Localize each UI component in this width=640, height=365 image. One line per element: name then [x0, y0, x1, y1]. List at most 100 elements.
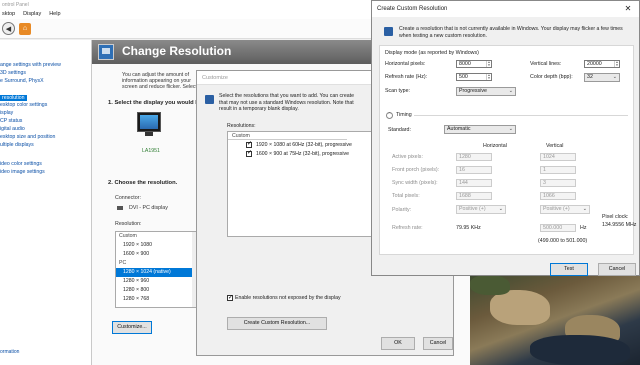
checkbox[interactable]: [246, 149, 252, 157]
desktop-wallpaper: [470, 275, 640, 365]
sidebar-item-change-resolution[interactable]: resolution: [0, 95, 27, 101]
enable-unexposed-option[interactable]: Enable resolutions not exposed by the di…: [227, 294, 341, 301]
spinner-icon[interactable]: ▲ ▼: [486, 61, 491, 67]
list-group-pc: PC: [119, 260, 127, 266]
customize-description: Select the resolutions that you want to …: [219, 93, 369, 113]
active-horizontal-input[interactable]: 1280: [456, 153, 492, 161]
color-depth-dropdown[interactable]: 32 ⌄: [584, 73, 620, 82]
resolution-label: Resolution:: [115, 221, 142, 227]
sidebar-item-change-settings[interactable]: ange settings with preview: [0, 62, 61, 68]
polarity-horizontal-dropdown[interactable]: Positive (+) ⌄: [456, 205, 506, 214]
monitor-icon[interactable]: [137, 112, 161, 132]
sidebar-item-video-image[interactable]: ideo image settings: [0, 169, 45, 175]
pixel-clock-label: Pixel clock:: [602, 214, 629, 220]
ccr-settings-panel: Display mode (as reported by Windows) Ho…: [379, 45, 637, 255]
close-button[interactable]: ✕: [617, 1, 639, 17]
home-button[interactable]: ⌂: [19, 22, 31, 35]
info-icon: [384, 27, 393, 36]
sidebar-item-hdcp-status[interactable]: CP status: [0, 118, 22, 124]
create-custom-resolution-dialog: Create Custom Resolution ✕ Create a reso…: [371, 0, 640, 276]
checkbox[interactable]: [246, 140, 252, 148]
system-information-link[interactable]: ormation: [0, 349, 19, 355]
sidebar-item-digital-audio[interactable]: igital audio: [0, 126, 25, 132]
sidebar-item-desktop-size[interactable]: esktop size and position: [0, 134, 55, 140]
back-arrow-icon: ◀: [5, 25, 12, 33]
cancel-button[interactable]: Cancel: [598, 263, 636, 276]
horizontal-pixels-value: 8000: [459, 61, 471, 67]
sync-width-horizontal-input[interactable]: 144: [456, 179, 492, 187]
active-vertical-input[interactable]: 1024: [540, 153, 576, 161]
chevron-down-icon: ⌄: [582, 206, 587, 212]
spinner-icon[interactable]: ▲ ▼: [486, 74, 491, 80]
refresh-vertical-input[interactable]: 500.000: [540, 224, 576, 232]
horizontal-pixels-input[interactable]: 8000 ▲ ▼: [456, 60, 492, 68]
wallpaper-foliage: [470, 275, 510, 295]
test-button[interactable]: Test: [550, 263, 588, 276]
horizontal-column-header: Horizontal: [483, 143, 507, 149]
front-porch-horizontal-input[interactable]: 16: [456, 166, 492, 174]
back-button[interactable]: ◀: [2, 22, 15, 35]
list-item[interactable]: 1280 × 960: [116, 277, 196, 286]
vertical-lines-label: Vertical lines:: [530, 61, 562, 67]
step-2-heading: 2. Choose the resolution.: [108, 180, 178, 186]
sidebar-item-multiple-displays[interactable]: ultiple displays: [0, 142, 34, 148]
polarity-horizontal-value: Positive (+): [459, 206, 486, 212]
sidebar-item-surround-physx[interactable]: e Surround, PhysX: [0, 78, 44, 84]
total-vertical-input[interactable]: 1066: [540, 192, 576, 200]
divider: [414, 115, 628, 116]
display-mode-heading: Display mode (as reported by Windows): [385, 50, 479, 56]
standard-dropdown[interactable]: Automatic ⌄: [444, 125, 516, 134]
sidebar-item-rotate-display[interactable]: isplay: [0, 110, 13, 116]
refresh-range: (499.000 to 501.000): [538, 238, 588, 244]
list-item[interactable]: 1600 × 900: [116, 250, 196, 259]
wallpaper-water: [530, 335, 630, 365]
chevron-down-icon: ⌄: [612, 74, 617, 80]
vertical-lines-input[interactable]: 20000 ▲ ▼: [584, 60, 620, 68]
resolution-list[interactable]: Custom 1920 × 1080 1600 × 900 PC 1280 × …: [115, 231, 197, 308]
ok-button[interactable]: OK: [381, 337, 415, 350]
menu-display[interactable]: Display: [23, 10, 41, 19]
list-group-custom: Custom: [119, 233, 137, 239]
pixel-clock-value: 134.9556 MHz: [602, 222, 637, 228]
timing-collapse-icon[interactable]: ⌃: [386, 112, 393, 119]
close-icon: ✕: [624, 4, 632, 13]
step-1-heading: 1. Select the display you would like to …: [108, 100, 198, 106]
total-horizontal-input[interactable]: 1688: [456, 192, 492, 200]
vertical-lines-value: 20000: [587, 61, 602, 67]
spinner-icon[interactable]: ▲ ▼: [614, 61, 619, 67]
menu-help[interactable]: Help: [49, 10, 60, 19]
refresh-unit: Hz: [580, 225, 587, 231]
sidebar-item-3d-settings[interactable]: 3D settings: [0, 70, 26, 76]
front-porch-vertical-input[interactable]: 1: [540, 166, 576, 174]
change-resolution-icon: [98, 44, 114, 60]
monitor-label: LA1951: [142, 148, 160, 154]
enable-unexposed-checkbox[interactable]: [227, 294, 233, 301]
dvi-connector-icon: [117, 206, 123, 210]
cancel-button[interactable]: Cancel: [423, 337, 453, 350]
list-item[interactable]: 1280 × 768: [116, 295, 196, 304]
sync-width-vertical-input[interactable]: 3: [540, 179, 576, 187]
sidebar-item-desktop-color[interactable]: esktop color settings: [0, 102, 47, 108]
scan-type-dropdown[interactable]: Progressive ⌄: [456, 87, 516, 96]
polarity-vertical-value: Positive (+): [543, 206, 570, 212]
total-pixels-label: Total pixels:: [392, 193, 420, 199]
list-item-selected[interactable]: 1280 × 1024 (native): [116, 268, 196, 277]
list-item[interactable]: 1920 × 1080: [116, 241, 196, 250]
page-title: Change Resolution: [122, 44, 232, 58]
sync-width-label: Sync width (pixels):: [392, 180, 438, 186]
home-icon: ⌂: [22, 25, 28, 32]
refresh-rate-input[interactable]: 500 ▲ ▼: [456, 73, 492, 81]
desc-line: Select the resolutions that you want to …: [219, 93, 354, 99]
horizontal-pixels-label: Horizontal pixels:: [385, 61, 426, 67]
list-item[interactable]: 1280 × 800: [116, 286, 196, 295]
sidebar-item-video-color[interactable]: ideo color settings: [0, 161, 42, 167]
color-depth-value: 32: [587, 74, 593, 80]
enable-unexposed-label: Enable resolutions not exposed by the di…: [235, 295, 341, 301]
menu-desktop[interactable]: sktop: [2, 10, 15, 19]
chevron-down-icon: ⌄: [498, 206, 503, 212]
create-custom-resolution-button[interactable]: Create Custom Resolution...: [227, 317, 327, 330]
refresh-rate-value: 500: [459, 74, 468, 80]
customize-button[interactable]: Customize...: [112, 321, 152, 334]
standard-value: Automatic: [447, 126, 471, 132]
polarity-vertical-dropdown[interactable]: Positive (+) ⌄: [540, 205, 590, 214]
